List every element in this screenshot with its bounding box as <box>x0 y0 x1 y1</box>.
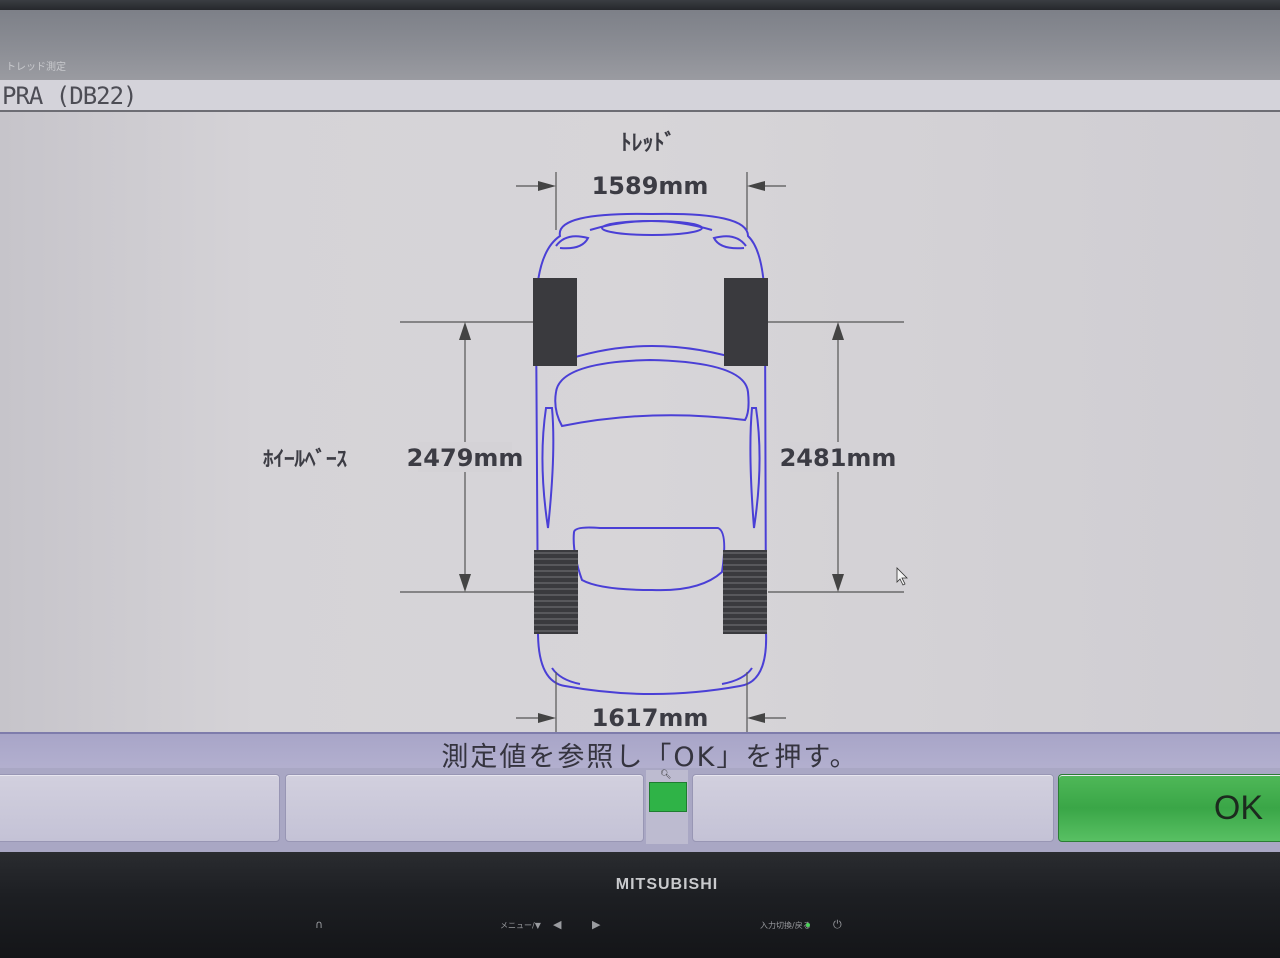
vehicle-dimension-diagram: ﾄﾚｯﾄﾞ 1589mm 2479mm ﾎｲｰﾙﾍﾞｰｽ 2481mm 1617… <box>263 130 908 732</box>
window-caption-text: トレッド測定 <box>6 62 66 73</box>
function-key-1[interactable] <box>0 774 280 842</box>
rear-tread-arrowhead-right <box>747 713 765 723</box>
rear-left-tire <box>534 550 578 634</box>
status-indicator-light <box>649 782 687 812</box>
front-left-tire <box>533 278 577 366</box>
rear-tread-value: 1617mm <box>592 704 709 732</box>
wheelbase-right-value: 2481mm <box>780 444 897 472</box>
car-front-left-lamp <box>555 235 590 250</box>
front-right-tire <box>724 278 768 366</box>
car-left-windows <box>541 407 555 529</box>
front-tread-arrowhead-right <box>747 181 765 191</box>
ok-button-label: OK <box>1213 789 1263 827</box>
rear-right-tire <box>723 550 767 634</box>
instruction-bar: 測定値を参照し「OK」を押す。 <box>0 732 1280 773</box>
car-windshield <box>554 358 750 428</box>
monitor-right-button[interactable]: ▶ <box>592 918 600 931</box>
wheelbase-left-value: 2479mm <box>407 444 524 472</box>
wheelbase-arrowhead-top-left <box>459 322 471 340</box>
function-key-3[interactable] <box>692 774 1054 842</box>
monitor-left-button[interactable]: ◀ <box>553 918 561 931</box>
car-front-right-lamp <box>712 235 747 250</box>
car-front-panel <box>601 220 703 236</box>
magnifier-icon: 🔍︎ <box>660 770 672 780</box>
tread-heading: ﾄﾚｯﾄﾞ <box>620 130 675 156</box>
headphone-icon[interactable]: ∩ <box>315 918 323 931</box>
rear-tread-arrowhead-left <box>538 713 556 723</box>
car-rear-window <box>572 526 726 592</box>
function-key-2[interactable] <box>285 774 644 842</box>
title-bar: PRA (DB22) <box>0 80 1280 112</box>
wheelbase-label: ﾎｲｰﾙﾍﾞｰｽ <box>263 447 347 471</box>
monitor-top-bezel <box>0 0 1280 10</box>
screen: トレッド測定 PRA (DB22) ﾄﾚｯﾄﾞ 1589mm 2479mm ﾎｲ… <box>0 10 1280 852</box>
ok-button[interactable]: OK <box>1058 774 1280 842</box>
monitor-menu-button[interactable]: メニュー/▼ <box>500 920 541 931</box>
status-indicator: 🔍︎ <box>646 770 688 844</box>
function-key-row: 🔍︎ OK <box>0 768 1280 852</box>
measurement-panel: ﾄﾚｯﾄﾞ 1589mm 2479mm ﾎｲｰﾙﾍﾞｰｽ 2481mm 1617… <box>0 112 1280 732</box>
power-icon[interactable]: ⏻ <box>833 918 842 932</box>
wheelbase-arrowhead-bottom-left <box>459 574 471 592</box>
wheelbase-arrowhead-bottom-right <box>832 574 844 592</box>
front-tread-value: 1589mm <box>592 172 709 200</box>
mouse-cursor-icon <box>896 567 908 586</box>
monitor-brand-logo: MITSUBISHI <box>615 876 719 893</box>
vehicle-title: PRA (DB22) <box>2 82 137 110</box>
monitor-input-button[interactable]: 入力切換/戻る <box>760 920 811 931</box>
wheelbase-arrowhead-top-right <box>832 322 844 340</box>
window-caption-bar: トレッド測定 <box>0 10 1280 80</box>
car-right-windows <box>749 407 761 529</box>
monitor-bottom-bezel: MITSUBISHI ∩ メニュー/▼ ◀ ▶ 入力切換/戻る ⏻ <box>0 852 1280 958</box>
front-tread-arrowhead-left <box>538 181 556 191</box>
power-led <box>806 923 810 927</box>
